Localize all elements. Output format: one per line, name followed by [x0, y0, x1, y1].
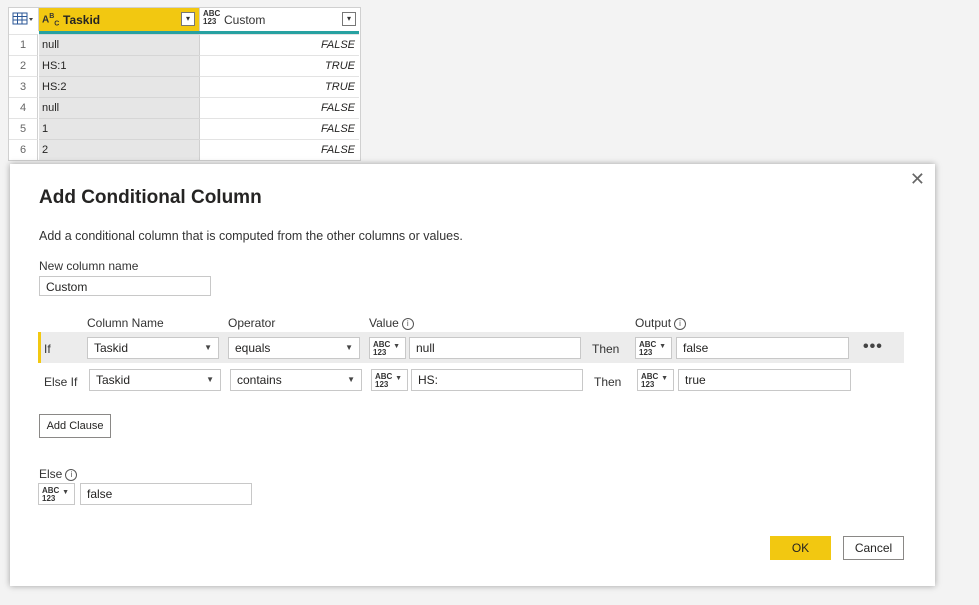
chevron-down-icon: ▼	[393, 343, 400, 350]
row-number: 6	[9, 139, 38, 160]
any-type-icon: ABC 123	[639, 340, 657, 357]
chevron-down-icon: ▼	[345, 343, 353, 352]
row-number: 3	[9, 76, 38, 97]
custom-cell[interactable]: FALSE	[199, 139, 359, 160]
chevron-down-icon: ▼	[661, 375, 668, 382]
column-name-value: Taskid	[96, 373, 131, 387]
table-row: 5 1 FALSE	[9, 118, 360, 139]
operator-value: equals	[235, 341, 271, 355]
custom-cell[interactable]: FALSE	[199, 118, 359, 139]
else-label-wrap: Else i	[39, 467, 78, 481]
value-type-select[interactable]: ABC 123 ▼	[371, 369, 408, 391]
table-row: 3 HS:2 TRUE	[9, 76, 360, 97]
chevron-down-icon: ▼	[659, 343, 666, 350]
custom-cell[interactable]: TRUE	[199, 55, 359, 76]
table-menu-button[interactable]	[9, 8, 39, 31]
taskid-cell[interactable]: null	[39, 34, 199, 55]
taskid-cell[interactable]: HS:2	[39, 76, 199, 97]
new-column-name-label: New column name	[39, 259, 139, 273]
then-label: Then	[594, 375, 622, 389]
then-label: Then	[592, 342, 620, 356]
close-icon[interactable]: ✕	[910, 169, 925, 190]
more-options-icon[interactable]: •••	[863, 338, 883, 356]
filter-dropdown-icon[interactable]: ▾	[181, 12, 195, 26]
cancel-button[interactable]: Cancel	[843, 536, 904, 560]
output-header-label: Output	[635, 316, 672, 330]
else-if-keyword: Else If	[44, 375, 78, 389]
data-grid: ABC Taskid ▾ ABC 123 Custom ▾ 1 null FALS…	[8, 7, 361, 161]
table-row: 1 null FALSE	[9, 34, 360, 55]
custom-cell[interactable]: TRUE	[199, 76, 359, 97]
add-conditional-column-dialog: ✕ Add Conditional Column Add a condition…	[10, 164, 935, 586]
else-value-input[interactable]: false	[80, 483, 252, 505]
value-input[interactable]: HS:	[411, 369, 583, 391]
table-row: 4 null FALSE	[9, 97, 360, 118]
row-number: 5	[9, 118, 38, 139]
taskid-cell[interactable]: null	[39, 97, 199, 118]
taskid-cell[interactable]: 1	[39, 118, 199, 139]
filter-dropdown-icon[interactable]: ▾	[342, 12, 356, 26]
else-label: Else	[39, 467, 63, 481]
column-name-select[interactable]: Taskid ▼	[89, 369, 221, 391]
output-type-select[interactable]: ABC 123 ▼	[637, 369, 674, 391]
row-number: 4	[9, 97, 38, 118]
operator-select[interactable]: equals ▼	[228, 337, 360, 359]
else-type-select[interactable]: ABC 123 ▼	[38, 483, 75, 505]
info-icon: i	[674, 317, 687, 330]
column-header-custom[interactable]: ABC 123 Custom ▾	[199, 8, 360, 31]
chevron-down-icon: ▼	[395, 375, 402, 382]
custom-cell[interactable]: FALSE	[199, 97, 359, 118]
output-input[interactable]: true	[678, 369, 851, 391]
info-icon: i	[401, 317, 414, 330]
grid-header: ABC Taskid ▾ ABC 123 Custom ▾	[9, 8, 360, 31]
value-input[interactable]: null	[409, 337, 581, 359]
taskid-cell[interactable]: 2	[39, 139, 199, 160]
column-name-header: Column Name	[87, 316, 164, 330]
column-header-label: Taskid	[63, 13, 101, 27]
dialog-description: Add a conditional column that is compute…	[39, 229, 463, 243]
text-type-icon: ABC	[42, 13, 60, 28]
new-column-name-input[interactable]: Custom	[39, 276, 211, 296]
if-keyword: If	[44, 342, 51, 356]
row-number: 2	[9, 55, 38, 76]
any-type-icon: ABC 123	[42, 486, 60, 503]
column-header-label: Custom	[224, 13, 266, 27]
output-header: Output i	[635, 316, 687, 330]
table-icon	[12, 12, 33, 25]
any-type-icon: ABC 123	[375, 372, 393, 389]
ok-button[interactable]: OK	[770, 536, 831, 560]
chevron-down-icon: ▼	[206, 375, 214, 384]
column-name-value: Taskid	[94, 341, 129, 355]
dialog-title: Add Conditional Column	[39, 187, 262, 208]
operator-value: contains	[237, 373, 282, 387]
output-input[interactable]: false	[676, 337, 849, 359]
output-type-select[interactable]: ABC 123 ▼	[635, 337, 672, 359]
table-row: 6 2 FALSE	[9, 139, 360, 160]
add-clause-button[interactable]: Add Clause	[39, 414, 111, 438]
operator-header: Operator	[228, 316, 276, 330]
value-header-label: Value	[369, 316, 399, 330]
column-header-taskid[interactable]: ABC Taskid ▾	[39, 8, 199, 31]
any-type-icon: ABC 123	[203, 9, 221, 26]
column-name-select[interactable]: Taskid ▼	[87, 337, 219, 359]
taskid-cell[interactable]: HS:1	[39, 55, 199, 76]
custom-cell[interactable]: FALSE	[199, 34, 359, 55]
table-row: 2 HS:1 TRUE	[9, 55, 360, 76]
value-header: Value i	[369, 316, 414, 330]
operator-select[interactable]: contains ▼	[230, 369, 362, 391]
chevron-down-icon: ▼	[62, 489, 69, 496]
info-icon: i	[65, 468, 78, 481]
any-type-icon: ABC 123	[373, 340, 391, 357]
chevron-down-icon: ▼	[204, 343, 212, 352]
value-type-select[interactable]: ABC 123 ▼	[369, 337, 406, 359]
any-type-icon: ABC 123	[641, 372, 659, 389]
chevron-down-icon: ▼	[347, 375, 355, 384]
row-number: 1	[9, 34, 38, 55]
